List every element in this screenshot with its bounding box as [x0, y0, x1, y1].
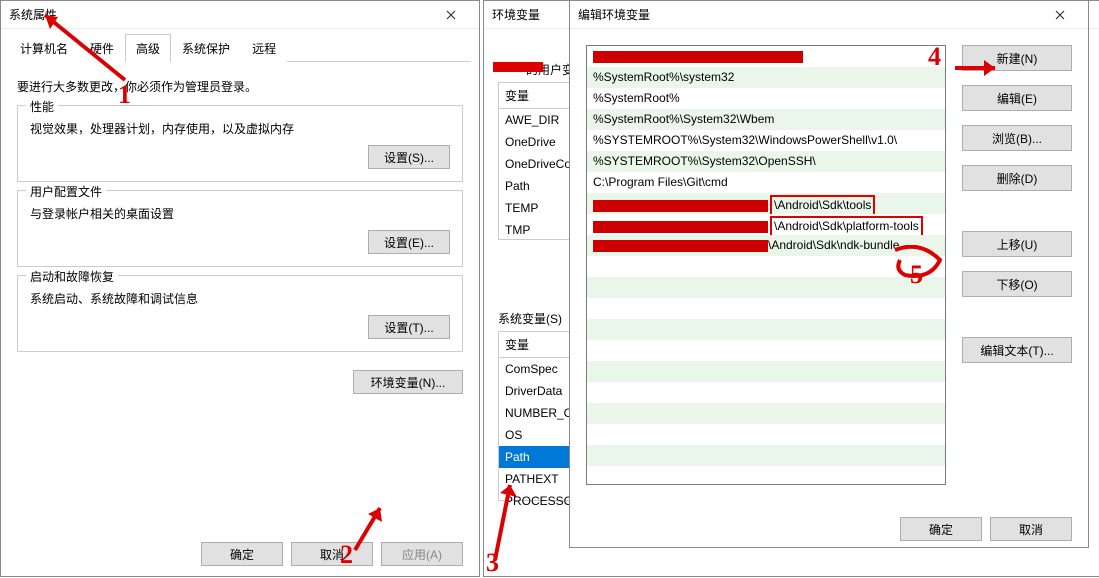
- profiles-group: 用户配置文件 与登录帐户相关的桌面设置 设置(E)...: [17, 190, 463, 267]
- ok-button[interactable]: 确定: [201, 542, 283, 566]
- path-row-empty[interactable]: [587, 424, 945, 445]
- path-listbox[interactable]: %SystemRoot%\system32 %SystemRoot% %Syst…: [586, 45, 946, 485]
- path-row-empty[interactable]: [587, 466, 945, 487]
- performance-settings-button[interactable]: 设置(S)...: [368, 145, 450, 169]
- profiles-settings-button[interactable]: 设置(E)...: [368, 230, 450, 254]
- tab-protection[interactable]: 系统保护: [171, 34, 241, 62]
- path-row[interactable]: %SystemRoot%: [587, 88, 945, 109]
- environment-variables-button[interactable]: 环境变量(N)...: [353, 370, 463, 394]
- startup-desc: 系统启动、系统故障和调试信息: [30, 290, 450, 307]
- ok-button[interactable]: 确定: [900, 517, 982, 541]
- path-row-empty[interactable]: [587, 340, 945, 361]
- path-row[interactable]: \Android\Sdk\platform-tools: [587, 214, 945, 235]
- path-list-container: %SystemRoot%\system32 %SystemRoot% %Syst…: [586, 45, 946, 491]
- redaction-line: [493, 62, 543, 72]
- editenv-dialog-buttons: 确定 取消: [570, 507, 1088, 551]
- system-properties-window: 系统属性 计算机名 硬件 高级 系统保护 远程 要进行大多数更改，你必须作为管理…: [0, 0, 480, 577]
- sysprop-tabs: 计算机名 硬件 高级 系统保护 远程: [9, 33, 471, 62]
- close-button[interactable]: [431, 1, 471, 29]
- profiles-desc: 与登录帐户相关的桌面设置: [30, 205, 450, 222]
- tab-remote[interactable]: 远程: [241, 34, 287, 62]
- path-row[interactable]: \Android\Sdk\ndk-bundle: [587, 235, 945, 256]
- browse-button[interactable]: 浏览(B)...: [962, 125, 1072, 151]
- sysprop-content: 要进行大多数更改，你必须作为管理员登录。 性能 视觉效果，处理器计划，内存使用，…: [1, 62, 479, 402]
- path-row-empty[interactable]: [587, 361, 945, 382]
- startup-group: 启动和故障恢复 系统启动、系统故障和调试信息 设置(T)...: [17, 275, 463, 352]
- move-up-button[interactable]: 上移(U): [962, 231, 1072, 257]
- new-button[interactable]: 新建(N): [962, 45, 1072, 71]
- delete-button[interactable]: 删除(D): [962, 165, 1072, 191]
- admin-note: 要进行大多数更改，你必须作为管理员登录。: [17, 78, 463, 95]
- cancel-button[interactable]: 取消: [990, 517, 1072, 541]
- move-down-button[interactable]: 下移(O): [962, 271, 1072, 297]
- sysprop-titlebar: 系统属性: [1, 1, 479, 29]
- apply-button[interactable]: 应用(A): [381, 542, 463, 566]
- performance-desc: 视觉效果，处理器计划，内存使用，以及虚拟内存: [30, 120, 450, 137]
- tab-advanced[interactable]: 高级: [125, 34, 171, 62]
- edit-text-button[interactable]: 编辑文本(T)...: [962, 337, 1072, 363]
- close-button[interactable]: [1040, 1, 1080, 29]
- editenv-body: %SystemRoot%\system32 %SystemRoot% %Syst…: [570, 29, 1088, 507]
- profiles-title: 用户配置文件: [26, 183, 106, 200]
- path-row-empty[interactable]: [587, 445, 945, 466]
- path-row-empty[interactable]: [587, 298, 945, 319]
- path-row-empty[interactable]: [587, 382, 945, 403]
- path-row-empty[interactable]: [587, 403, 945, 424]
- startup-settings-button[interactable]: 设置(T)...: [368, 315, 450, 339]
- path-row[interactable]: %SYSTEMROOT%\System32\OpenSSH\: [587, 151, 945, 172]
- path-row-empty[interactable]: [587, 319, 945, 340]
- performance-group: 性能 视觉效果，处理器计划，内存使用，以及虚拟内存 设置(S)...: [17, 105, 463, 182]
- path-row[interactable]: C:\Program Files\Git\cmd: [587, 172, 945, 193]
- cancel-button[interactable]: 取消: [291, 542, 373, 566]
- editenv-title: 编辑环境变量: [578, 6, 1040, 23]
- sysprop-title: 系统属性: [9, 6, 431, 23]
- path-row[interactable]: [587, 46, 945, 67]
- path-row[interactable]: %SYSTEMROOT%\System32\WindowsPowerShell\…: [587, 130, 945, 151]
- tab-computer-name[interactable]: 计算机名: [9, 34, 79, 62]
- path-row[interactable]: \Android\Sdk\tools: [587, 193, 945, 214]
- edit-env-window: 编辑环境变量 %SystemRoot%\system32 %SystemRoot…: [569, 0, 1089, 548]
- path-row[interactable]: %SystemRoot%\System32\Wbem: [587, 109, 945, 130]
- edit-button[interactable]: 编辑(E): [962, 85, 1072, 111]
- sysprop-dialog-buttons: 确定 取消 应用(A): [185, 532, 479, 576]
- tab-hardware[interactable]: 硬件: [79, 34, 125, 62]
- performance-title: 性能: [26, 98, 58, 115]
- editenv-button-column: 新建(N) 编辑(E) 浏览(B)... 删除(D) 上移(U) 下移(O) 编…: [962, 45, 1072, 491]
- path-row[interactable]: %SystemRoot%\system32: [587, 67, 945, 88]
- path-row-empty[interactable]: [587, 256, 945, 277]
- startup-title: 启动和故障恢复: [26, 268, 118, 285]
- editenv-titlebar: 编辑环境变量: [570, 1, 1088, 29]
- path-row-empty[interactable]: [587, 277, 945, 298]
